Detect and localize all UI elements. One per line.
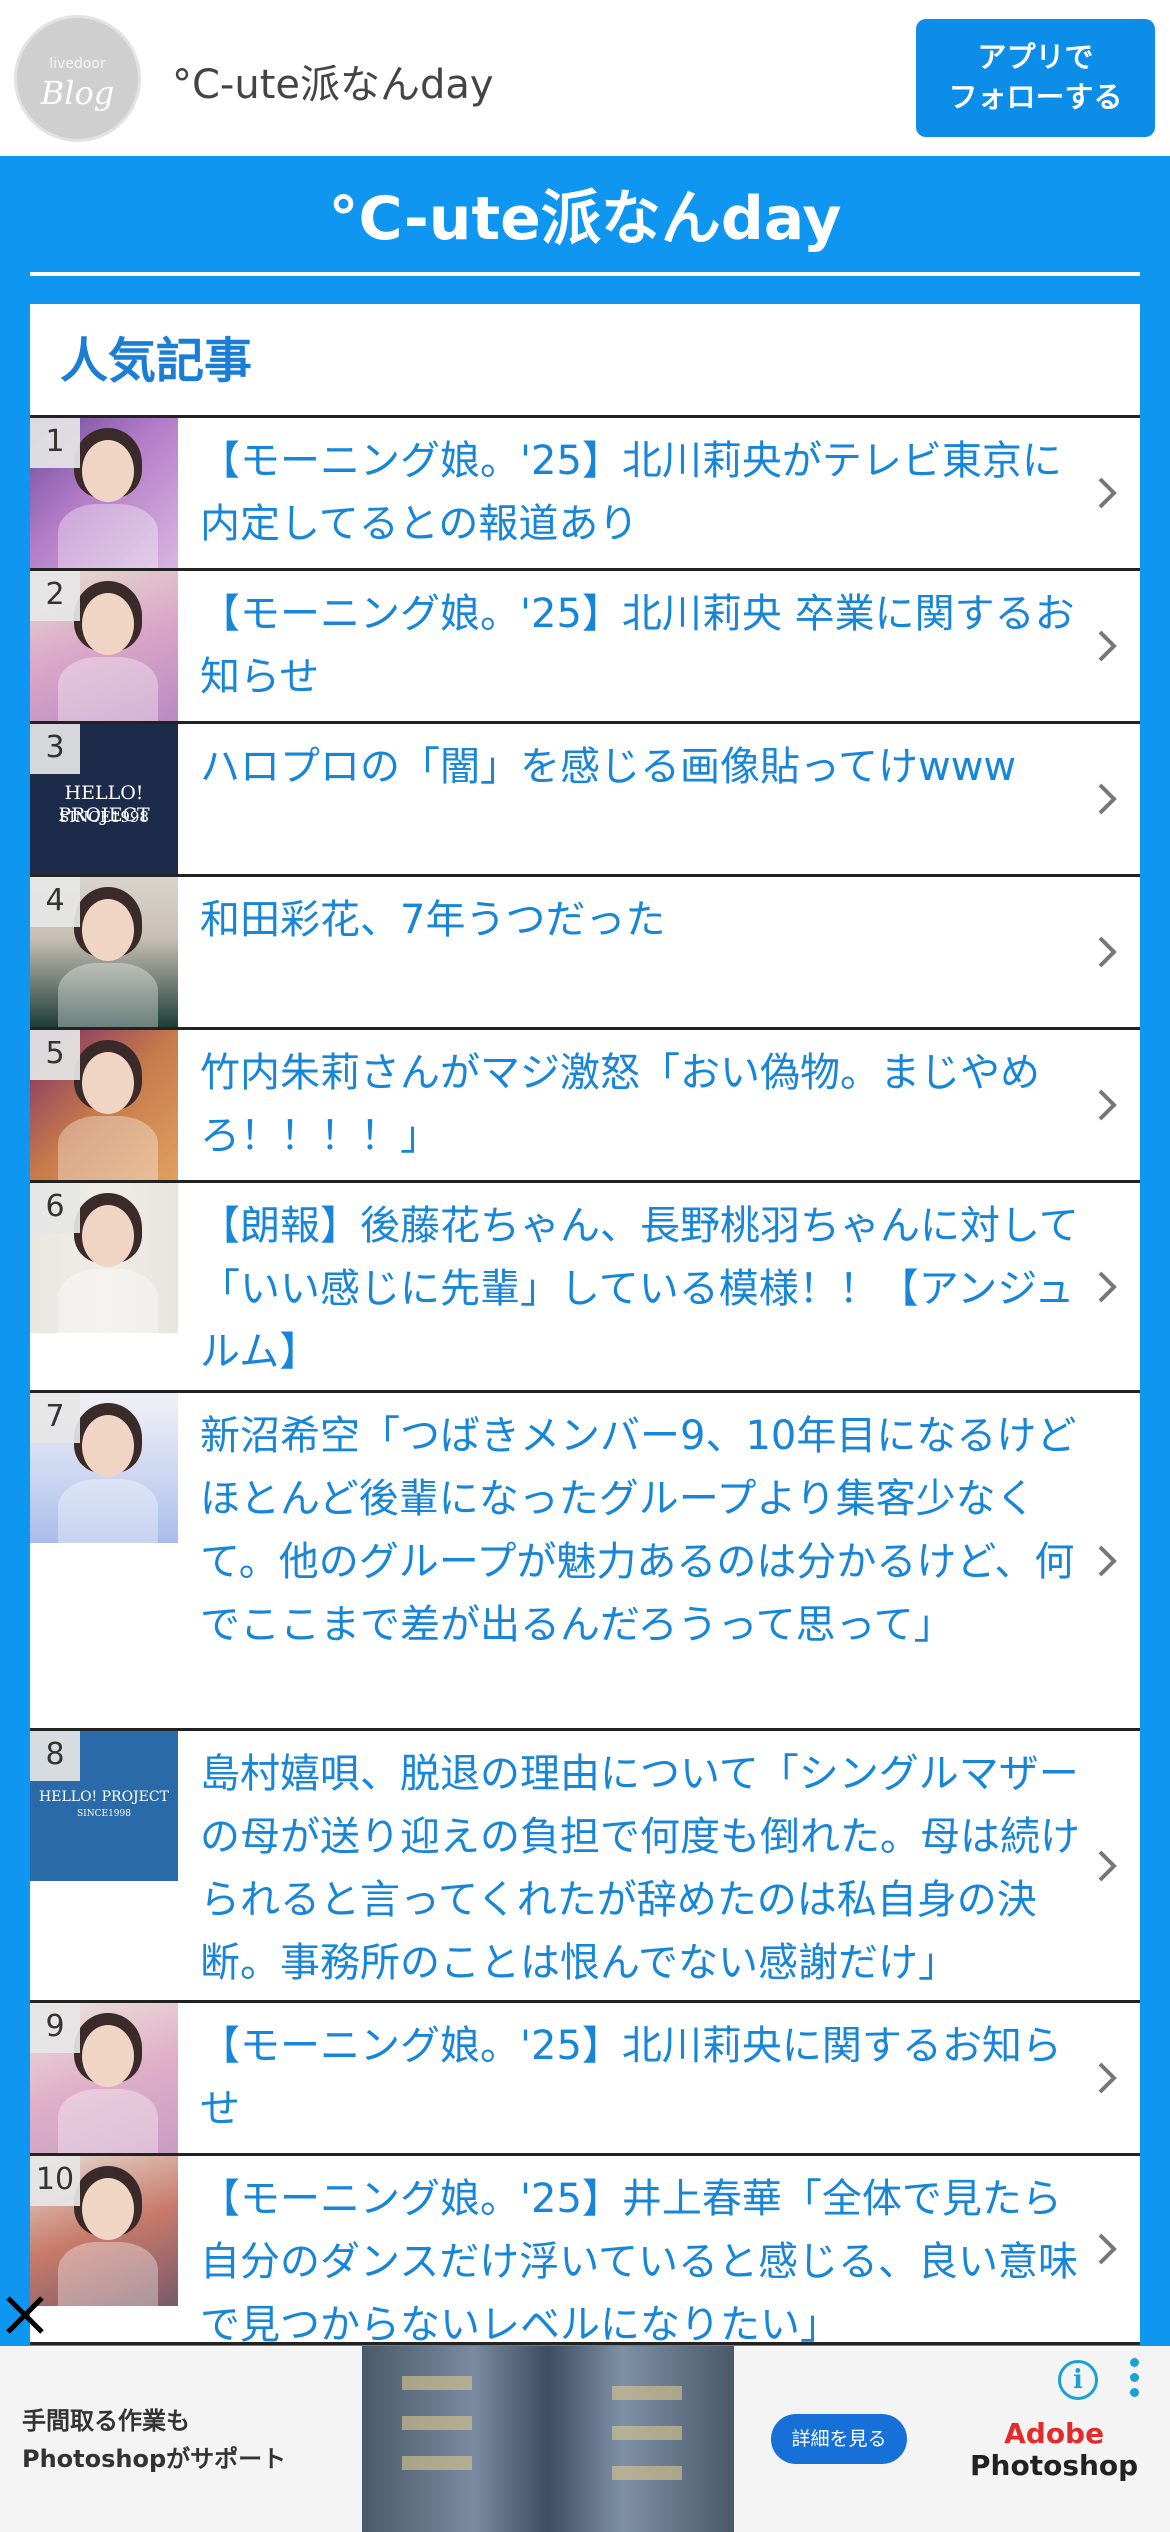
chevron-right-icon: [1098, 630, 1117, 662]
article-row[interactable]: 1 【モーニング娘。'25】北川莉央がテレビ東京に内定してるとの報道あり: [30, 418, 1140, 571]
follow-in-app-button[interactable]: アプリで フォローする: [916, 19, 1155, 137]
article-title-link[interactable]: 【モーニング娘。'25】北川莉央がテレビ東京に内定してるとの報道あり: [30, 418, 1140, 568]
logo-small-text: livedoor: [49, 56, 106, 72]
article-row[interactable]: 5 竹内朱莉さんがマジ激怒「おい偽物。まじやめろ！！！！」: [30, 1030, 1140, 1183]
thumbnail-logo-subtext: SINCE1998: [77, 1809, 131, 1819]
rank-badge: 7: [30, 1393, 80, 1443]
rank-badge: 6: [30, 1183, 80, 1233]
ad-image: [362, 2346, 734, 2532]
article-title-link[interactable]: 島村嬉唄、脱退の理由について「シングルマザーの母が送り迎えの負担で何度も倒れた。…: [30, 1731, 1140, 2007]
chevron-right-icon: [1098, 477, 1117, 509]
follow-line-2: フォローする: [948, 80, 1123, 114]
article-title-link[interactable]: 【モーニング娘。'25】北川莉央に関するお知らせ: [30, 2003, 1140, 2153]
ad-line-1: 手間取る作業も: [22, 2407, 190, 2435]
bottom-ad-banner[interactable]: 手間取る作業も Photoshopがサポート 詳細を見る Adobe Photo…: [0, 2346, 1170, 2532]
rank-badge: 9: [30, 2003, 80, 2053]
article-thumbnail[interactable]: 1: [30, 418, 178, 568]
article-title-link[interactable]: 【朗報】後藤花ちゃん、長野桃羽ちゃんに対して「いい感じに先輩」している模様！！【…: [30, 1183, 1140, 1396]
article-row[interactable]: 7 新沼希空「つばきメンバー9、10年目になるけどほとんど後輩になったグループより…: [30, 1393, 1140, 1731]
article-thumbnail[interactable]: 5: [30, 1030, 178, 1180]
rank-badge: 2: [30, 571, 80, 621]
ad-more-options-icon[interactable]: [1130, 2358, 1142, 2402]
rank-badge: 1: [30, 418, 80, 468]
article-row[interactable]: 2 【モーニング娘。'25】北川莉央 卒業に関するお知らせ: [30, 571, 1140, 724]
rank-badge: 8: [30, 1731, 80, 1781]
article-row[interactable]: HELLO! PROJECT SINCE1998 8 島村嬉唄、脱退の理由について「シ…: [30, 1731, 1140, 2003]
article-thumbnail[interactable]: 6: [30, 1183, 178, 1333]
chevron-right-icon: [1098, 1850, 1117, 1881]
blog-name[interactable]: °C-ute派なんday: [172, 52, 494, 110]
top-bar: livedoor Blog °C-ute派なんday アプリで フォローする: [0, 0, 1170, 156]
chevron-right-icon: [1098, 2233, 1117, 2265]
chevron-right-icon: [1098, 2062, 1117, 2094]
article-title-link[interactable]: ハロプロの「闇」を感じる画像貼ってけwww: [30, 724, 1140, 811]
page-body: °C-ute派なんday 人気記事 1 【モーニング娘。'25】北川莉央がテレビ東…: [0, 156, 1170, 2348]
ad-info-icon[interactable]: i: [1058, 2360, 1098, 2400]
ad-cta-button[interactable]: 詳細を見る: [771, 2414, 907, 2464]
chevron-right-icon: [1098, 1271, 1117, 1302]
article-thumbnail[interactable]: HELLO! PROJECT SINCE1998 8: [30, 1731, 178, 1881]
thumbnail-logo-text: HELLO! PROJECT: [39, 1789, 169, 1805]
article-row[interactable]: 10 【モーニング娘。'25】井上春華「全体で見たら自分のダンスだけ浮いていると感…: [30, 2156, 1140, 2348]
ad-brand-product: Photoshop: [970, 2449, 1139, 2482]
chevron-right-icon: [1098, 1545, 1117, 1576]
close-ad-icon[interactable]: [0, 2290, 50, 2340]
thumbnail-logo-subtext: SINCE1998: [59, 808, 149, 826]
chevron-right-icon: [1098, 783, 1117, 815]
article-thumbnail[interactable]: 4: [30, 877, 178, 1027]
article-thumbnail[interactable]: 9: [30, 2003, 178, 2153]
article-title-link[interactable]: 【モーニング娘。'25】井上春華「全体で見たら自分のダンスだけ浮いていると感じる…: [30, 2156, 1140, 2369]
ranking-heading: 人気記事: [60, 333, 253, 389]
livedoor-blog-logo[interactable]: livedoor Blog: [14, 15, 141, 142]
rank-badge: 4: [30, 877, 80, 927]
article-thumbnail[interactable]: 10: [30, 2156, 178, 2306]
ad-line-2: Photoshopがサポート: [22, 2445, 287, 2473]
follow-line-1: アプリで: [977, 40, 1094, 74]
chevron-right-icon: [1098, 1089, 1117, 1121]
title-divider: [30, 272, 1140, 276]
ad-brand: Adobe Photoshop: [970, 2418, 1138, 2482]
article-title-link[interactable]: 和田彩花、7年うつだった: [30, 877, 1140, 964]
ranking-header: 人気記事: [30, 304, 1140, 418]
logo-big-text: Blog: [40, 74, 115, 112]
article-title-link[interactable]: 【モーニング娘。'25】北川莉央 卒業に関するお知らせ: [30, 571, 1140, 721]
rank-badge: 5: [30, 1030, 80, 1080]
article-row[interactable]: HELLO! PROJECT SINCE1998 3 ハロプロの「闇」を感じる画像貼っ…: [30, 724, 1140, 877]
article-row[interactable]: 6 【朗報】後藤花ちゃん、長野桃羽ちゃんに対して「いい感じに先輩」している模様！！…: [30, 1183, 1140, 1393]
article-title-link[interactable]: 新沼希空「つばきメンバー9、10年目になるけどほとんど後輩になったグループより集…: [30, 1393, 1140, 1669]
article-thumbnail[interactable]: 2: [30, 571, 178, 721]
page-title[interactable]: °C-ute派なんday: [0, 170, 1170, 257]
article-thumbnail[interactable]: 7: [30, 1393, 178, 1543]
ad-brand-adobe: Adobe: [1004, 2417, 1105, 2450]
article-title-link[interactable]: 竹内朱莉さんがマジ激怒「おい偽物。まじやめろ！！！！」: [30, 1030, 1140, 1180]
article-row[interactable]: 9 【モーニング娘。'25】北川莉央に関するお知らせ: [30, 2003, 1140, 2156]
chevron-right-icon: [1098, 936, 1117, 968]
rank-badge: 10: [30, 2156, 80, 2206]
article-thumbnail[interactable]: HELLO! PROJECT SINCE1998 3: [30, 724, 178, 874]
ranking-box: 人気記事 1 【モーニング娘。'25】北川莉央がテレビ東京に内定してるとの報道あり…: [30, 304, 1140, 2348]
article-list: 1 【モーニング娘。'25】北川莉央がテレビ東京に内定してるとの報道あり 2 【モーニ…: [30, 418, 1140, 2348]
article-row[interactable]: 4 和田彩花、7年うつだった: [30, 877, 1140, 1030]
rank-badge: 3: [30, 724, 80, 774]
ad-copy: 手間取る作業も Photoshopがサポート: [22, 2402, 286, 2478]
